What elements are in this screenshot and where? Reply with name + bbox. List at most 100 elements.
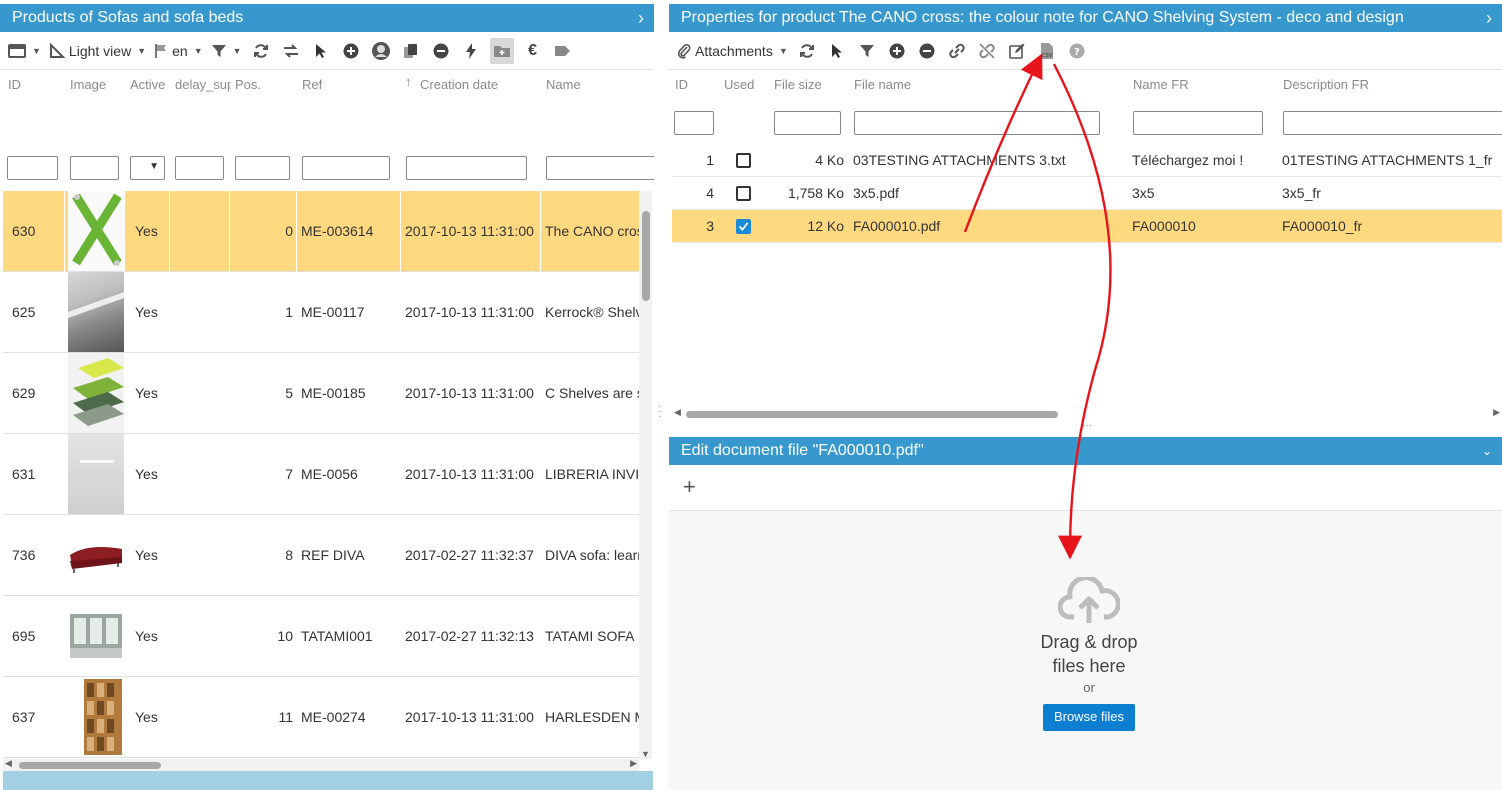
col-header-ref[interactable]: Ref (302, 77, 322, 92)
used-checkbox[interactable] (736, 219, 751, 234)
col-header-id[interactable]: ID (675, 77, 688, 92)
filter-id-input[interactable] (674, 111, 714, 135)
col-header-image[interactable]: Image (70, 77, 106, 92)
horizontal-splitter-handle[interactable]: ··· (1082, 421, 1098, 431)
sync-button[interactable] (280, 38, 302, 64)
cell-pos: 1 (285, 304, 293, 320)
cell-pos: 7 (285, 466, 293, 482)
attachments-horizontal-scrollbar[interactable]: ◀ ▶ (672, 407, 1502, 420)
table-row[interactable]: 625 Yes 1 ME-00117 2017-10-13 11:31:00 K… (3, 272, 639, 353)
file-drop-zone[interactable]: Drag & drop files here or Browse files (669, 512, 1502, 790)
browse-files-button[interactable]: Browse files (1043, 704, 1135, 731)
col-header-description-fr[interactable]: Description FR (1283, 77, 1369, 92)
table-row[interactable]: 629 Yes 5 ME-00185 2017-10-13 11:31:00 C… (3, 353, 639, 434)
filter-date-input[interactable] (406, 156, 527, 180)
user-button[interactable] (370, 38, 392, 64)
add-button[interactable] (886, 38, 908, 64)
used-checkbox[interactable] (736, 186, 751, 201)
svg-text:CSV: CSV (1041, 53, 1052, 59)
cell-name: Kerrock® Shelving (545, 304, 639, 320)
horizontal-scroll-thumb[interactable] (19, 762, 161, 769)
cell-name: LIBRERIA INVISIBILE (545, 466, 639, 482)
table-row[interactable]: 637 Yes 11 ME-00274 2017-10-13 11:31:00 … (3, 677, 639, 758)
scroll-left-icon[interactable]: ◀ (5, 758, 12, 769)
add-button[interactable] (340, 38, 362, 64)
filter-name-fr-input[interactable] (1133, 111, 1263, 135)
remove-button[interactable] (916, 38, 938, 64)
scroll-right-icon[interactable]: ▶ (630, 758, 637, 769)
scroll-left-icon[interactable]: ◀ (674, 407, 681, 418)
table-row[interactable]: 3 12 Ko FA000010.pdf FA000010 FA000010_f… (672, 210, 1502, 243)
cell-name-fr: 3x5 (1132, 185, 1155, 201)
products-panel-header: Products of Sofas and sofa beds › (0, 4, 654, 32)
products-horizontal-scrollbar[interactable]: ◀ ▶ (3, 758, 639, 771)
refresh-button[interactable] (250, 38, 272, 64)
collapse-right-icon[interactable]: › (638, 4, 644, 32)
collapse-right-icon[interactable]: › (1486, 4, 1492, 32)
select-button[interactable] (310, 38, 332, 64)
table-row[interactable]: 4 1,758 Ko 3x5.pdf 3x5 3x5_fr (672, 177, 1502, 210)
action-button[interactable] (460, 38, 482, 64)
cell-active: Yes (135, 385, 158, 401)
wall-shelf-image (68, 434, 124, 514)
chevron-down-icon[interactable]: ⌄ (1482, 437, 1492, 465)
used-checkbox[interactable] (736, 153, 751, 168)
add-file-icon[interactable]: + (683, 475, 696, 499)
col-header-creation-date[interactable]: Creation date (420, 77, 498, 92)
scroll-right-icon[interactable]: ▶ (1493, 407, 1500, 418)
products-vertical-scrollbar[interactable]: ▼ (639, 191, 652, 759)
more-button[interactable] (552, 38, 574, 64)
edit-document-panel-header: Edit document file "FA000010.pdf" ⌄ (669, 437, 1502, 465)
col-header-name-fr[interactable]: Name FR (1133, 77, 1189, 92)
horizontal-scroll-thumb[interactable] (686, 411, 1058, 418)
export-csv-button[interactable]: CSV (1036, 38, 1058, 64)
edit-document-toolbar: + (669, 465, 1502, 511)
filter-button[interactable]: ▼ (211, 38, 242, 64)
col-header-delay[interactable]: delay_sup (175, 77, 231, 92)
table-row[interactable]: 1 4 Ko 03TESTING ATTACHMENTS 3.txt Téléc… (672, 144, 1502, 177)
vertical-scroll-thumb[interactable] (642, 211, 650, 301)
filter-pos-input[interactable] (235, 156, 290, 180)
attachments-button[interactable]: Attachments ▼ (677, 38, 788, 64)
table-row[interactable]: 695 Yes 10 TATAMI001 2017-02-27 11:32:13… (3, 596, 639, 677)
light-view-button[interactable]: Light view ▼ (49, 38, 146, 64)
col-header-name[interactable]: Name (546, 77, 581, 92)
filter-image-input[interactable] (70, 156, 119, 180)
help-button[interactable]: ? (1066, 38, 1088, 64)
view-mode-button[interactable]: ▼ (8, 38, 41, 64)
filter-ref-input[interactable] (302, 156, 390, 180)
col-header-active[interactable]: Active (130, 77, 165, 92)
filter-active-select[interactable]: ▼ (130, 156, 165, 180)
cell-name: C Shelves are simple (545, 385, 639, 401)
ruler-triangle-icon (49, 42, 65, 58)
col-header-file-size[interactable]: File size (774, 77, 822, 92)
col-header-used[interactable]: Used (724, 77, 754, 92)
col-header-file-name[interactable]: File name (854, 77, 911, 92)
filter-size-input[interactable] (774, 111, 841, 135)
remove-button[interactable] (430, 38, 452, 64)
select-button[interactable] (826, 38, 848, 64)
col-header-pos[interactable]: Pos. (235, 77, 261, 92)
duplicate-button[interactable] (400, 38, 422, 64)
cell-pos: 0 (285, 223, 293, 239)
language-button[interactable]: en ▼ (154, 38, 203, 64)
filter-delay-input[interactable] (175, 156, 224, 180)
filter-name-input[interactable] (546, 156, 654, 180)
scroll-down-icon[interactable]: ▼ (641, 749, 650, 759)
link-button[interactable] (946, 38, 968, 64)
edit-button[interactable] (1006, 38, 1028, 64)
unlink-button[interactable] (976, 38, 998, 64)
table-row[interactable]: 631 Yes 7 ME-0056 2017-10-13 11:31:00 LI… (3, 434, 639, 515)
filter-button[interactable] (856, 38, 878, 64)
refresh-button[interactable] (796, 38, 818, 64)
filter-file-name-input[interactable] (854, 111, 1100, 135)
filter-id-input[interactable] (7, 156, 58, 180)
table-row[interactable]: 630 Yes 0 ME-003614 2017-10-13 11:31:00 … (3, 191, 639, 272)
vertical-splitter-handle[interactable]: · · · (658, 402, 664, 422)
filter-description-fr-input[interactable] (1283, 111, 1502, 135)
price-button[interactable]: € (522, 38, 544, 64)
table-row[interactable]: 736 Yes 8 REF DIVA 2017-02-27 11:32:37 D… (3, 515, 639, 596)
cell-name-fr: FA000010 (1132, 218, 1196, 234)
add-folder-button[interactable] (489, 37, 514, 64)
col-header-id[interactable]: ID (8, 77, 21, 92)
